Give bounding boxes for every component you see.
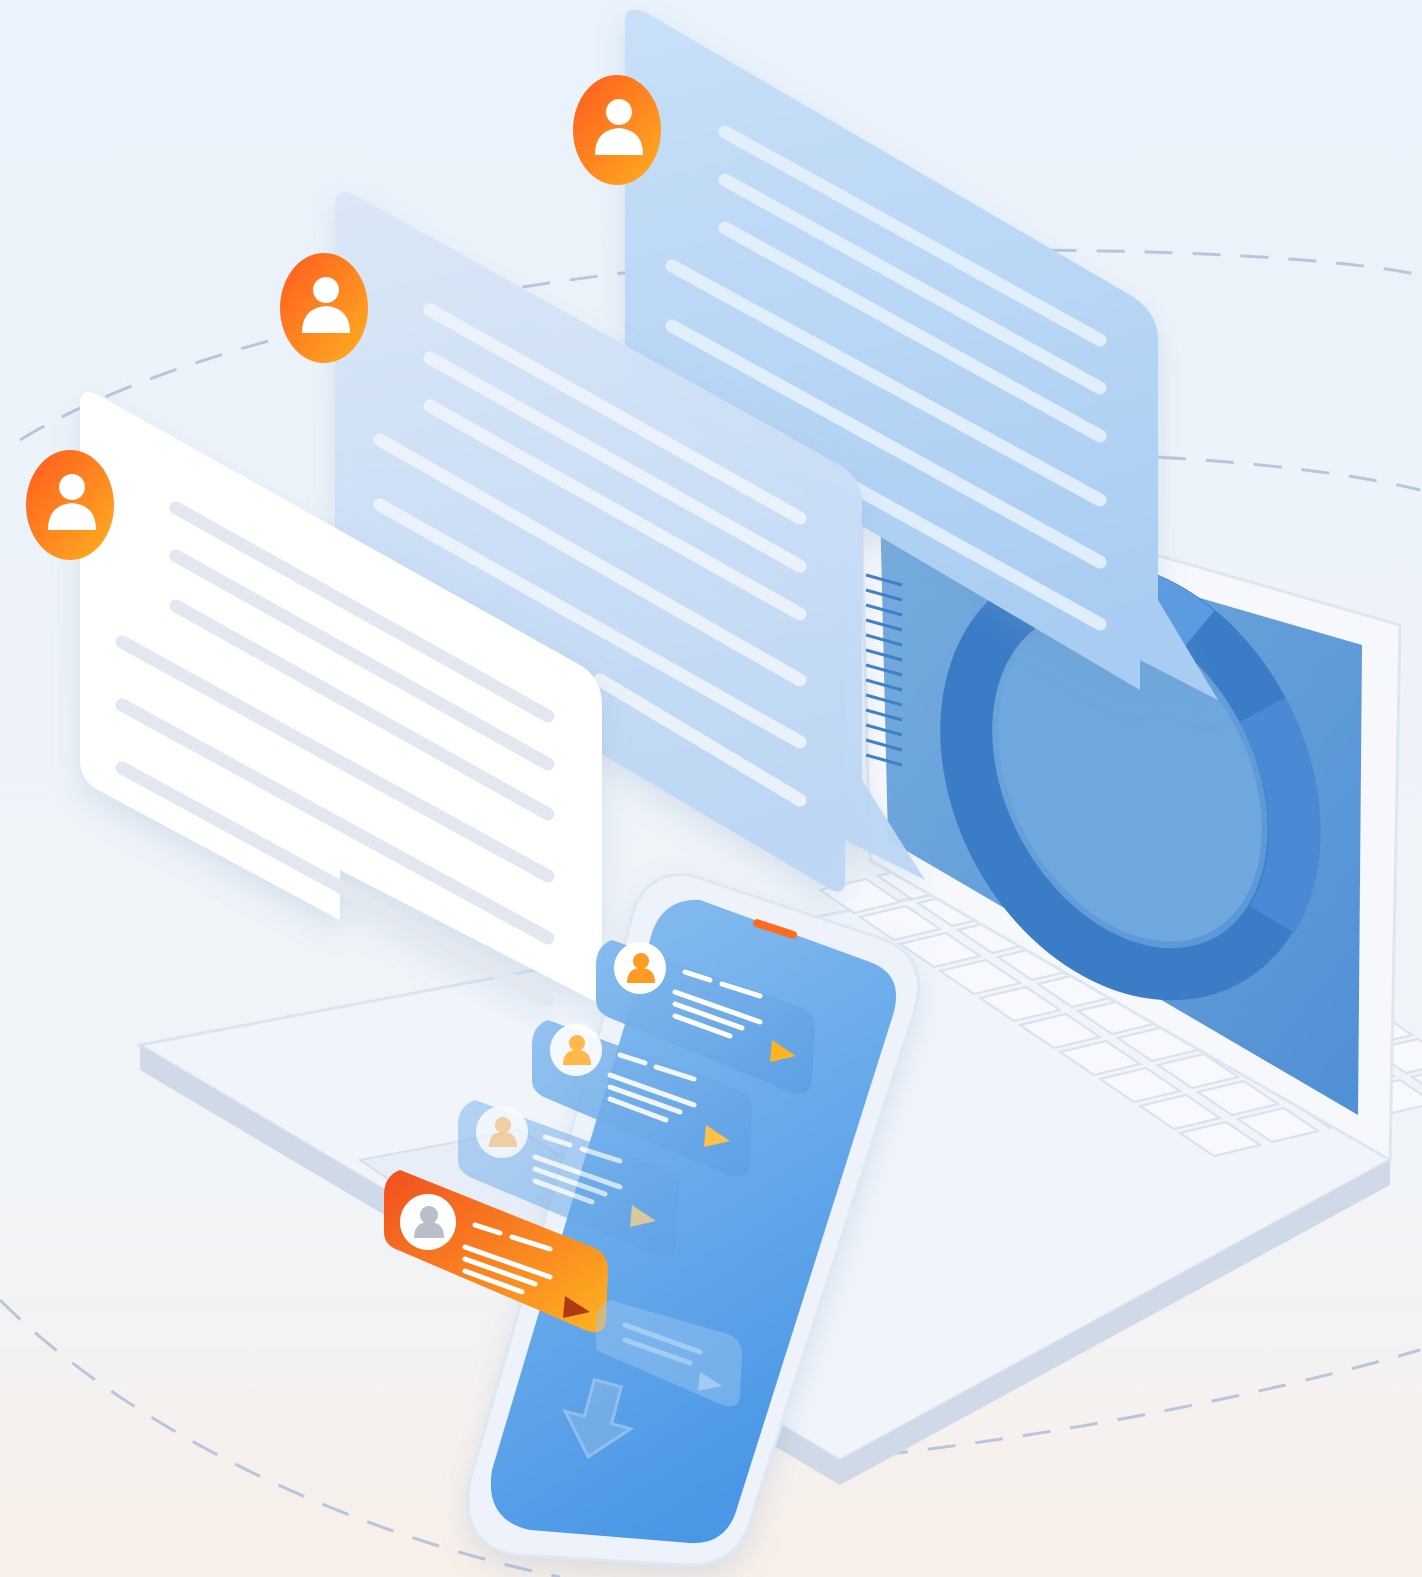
person-icon (550, 1024, 602, 1076)
illustration-canvas (0, 0, 1422, 1577)
person-icon (476, 1106, 528, 1158)
person-icon (400, 1194, 456, 1250)
avatar-middle (280, 253, 368, 363)
avatar-front (26, 450, 114, 560)
avatar-back (573, 75, 661, 185)
person-icon (614, 942, 666, 994)
